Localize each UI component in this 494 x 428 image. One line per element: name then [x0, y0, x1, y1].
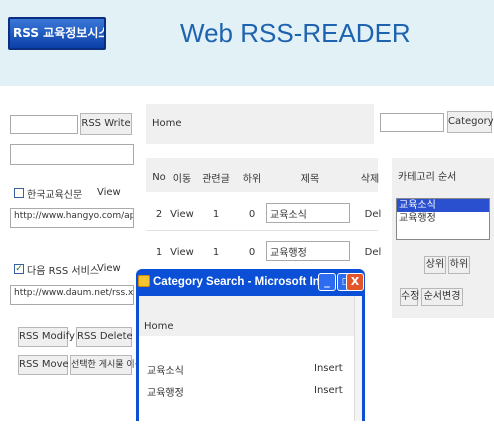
- ie-page-icon: [138, 275, 150, 287]
- category-input[interactable]: [380, 113, 444, 132]
- feed-checkbox-1[interactable]: [14, 188, 24, 198]
- feed-url-field-2[interactable]: http://www.daum.net/rss.xml?nil_p: [10, 285, 134, 305]
- row2-sub: 0: [248, 247, 256, 258]
- feed-view-link-2[interactable]: View: [97, 263, 121, 274]
- app-title: Web RSS-READER: [180, 18, 411, 48]
- category-order-title: 카테고리 순서: [398, 172, 457, 183]
- row1-view-link[interactable]: View: [168, 209, 196, 220]
- feed-name-2: 다음 RSS 서비스: [27, 266, 100, 277]
- popup-item-2-name: 교육행정: [147, 388, 184, 399]
- reorder-button[interactable]: 순서변경: [421, 288, 463, 306]
- row1-sub: 0: [248, 209, 256, 220]
- popup-item-2-insert[interactable]: Insert: [314, 385, 343, 396]
- popup-title: Category Search - Microsoft Internet Exp…: [153, 276, 327, 288]
- popup-home-label[interactable]: Home: [144, 321, 174, 332]
- col-title: 제목: [300, 174, 320, 185]
- rss-url-input[interactable]: [10, 115, 78, 134]
- col-no: No: [152, 172, 166, 183]
- row1-delete-link[interactable]: Del: [361, 209, 385, 220]
- move-down-button[interactable]: 하위: [448, 256, 470, 274]
- logo[interactable]: RSS 교육정보시스템: [8, 17, 106, 50]
- popup-body: Home 교육소식 Insert 교육행정 Insert: [139, 296, 362, 421]
- popup-item-1-name: 교육소식: [147, 366, 184, 377]
- header-banner: RSS 교육정보시스템 Web RSS-READER: [0, 0, 494, 86]
- popup-item-1-insert[interactable]: Insert: [314, 363, 343, 374]
- rss-write-button[interactable]: RSS Write: [80, 113, 132, 135]
- feed-name-1: 한국교육신문: [27, 190, 83, 201]
- category-option-1[interactable]: 교육소식: [397, 199, 489, 212]
- category-search-window[interactable]: Category Search - Microsoft Internet Exp…: [136, 269, 365, 421]
- popup-close-button[interactable]: X: [346, 273, 364, 291]
- feed-url-field-1[interactable]: http://www.hangyo.com/app/rss/rs: [10, 208, 134, 228]
- row1-related: 1: [212, 209, 220, 220]
- row1-no: 2: [155, 209, 163, 220]
- row2-delete-link[interactable]: Del: [361, 247, 385, 258]
- rss-modify-button[interactable]: RSS Modify: [18, 327, 75, 347]
- blank-input[interactable]: [10, 144, 134, 165]
- rss-move-button[interactable]: RSS Move: [18, 355, 69, 375]
- row2-no: 1: [155, 247, 163, 258]
- category-option-2[interactable]: 교육행정: [397, 212, 489, 225]
- move-selected-button[interactable]: 선택한 게시물 이동: [70, 355, 143, 375]
- rss-delete-button[interactable]: RSS Delete: [76, 327, 133, 347]
- category-button[interactable]: Category: [447, 111, 494, 133]
- col-move: 이동: [172, 174, 192, 185]
- col-sub: 하위: [242, 174, 262, 185]
- row-divider: [146, 230, 378, 231]
- move-up-button[interactable]: 상위: [424, 256, 446, 274]
- category-listbox[interactable]: 교육소식 교육행정: [396, 198, 490, 240]
- row2-related: 1: [212, 247, 220, 258]
- popup-scrollbar[interactable]: [354, 296, 362, 421]
- row2-title-input[interactable]: 교육행정: [266, 241, 350, 261]
- home-label[interactable]: Home: [152, 118, 182, 129]
- row1-title-input[interactable]: 교육소식: [266, 203, 350, 223]
- feed-view-link-1[interactable]: View: [97, 187, 121, 198]
- row2-view-link[interactable]: View: [168, 247, 196, 258]
- minimize-button[interactable]: _: [318, 273, 336, 291]
- col-related: 관련글: [202, 174, 230, 185]
- col-delete: 삭제: [360, 174, 380, 185]
- edit-button[interactable]: 수정: [400, 288, 419, 306]
- feed-checkbox-2[interactable]: ✓: [14, 264, 24, 274]
